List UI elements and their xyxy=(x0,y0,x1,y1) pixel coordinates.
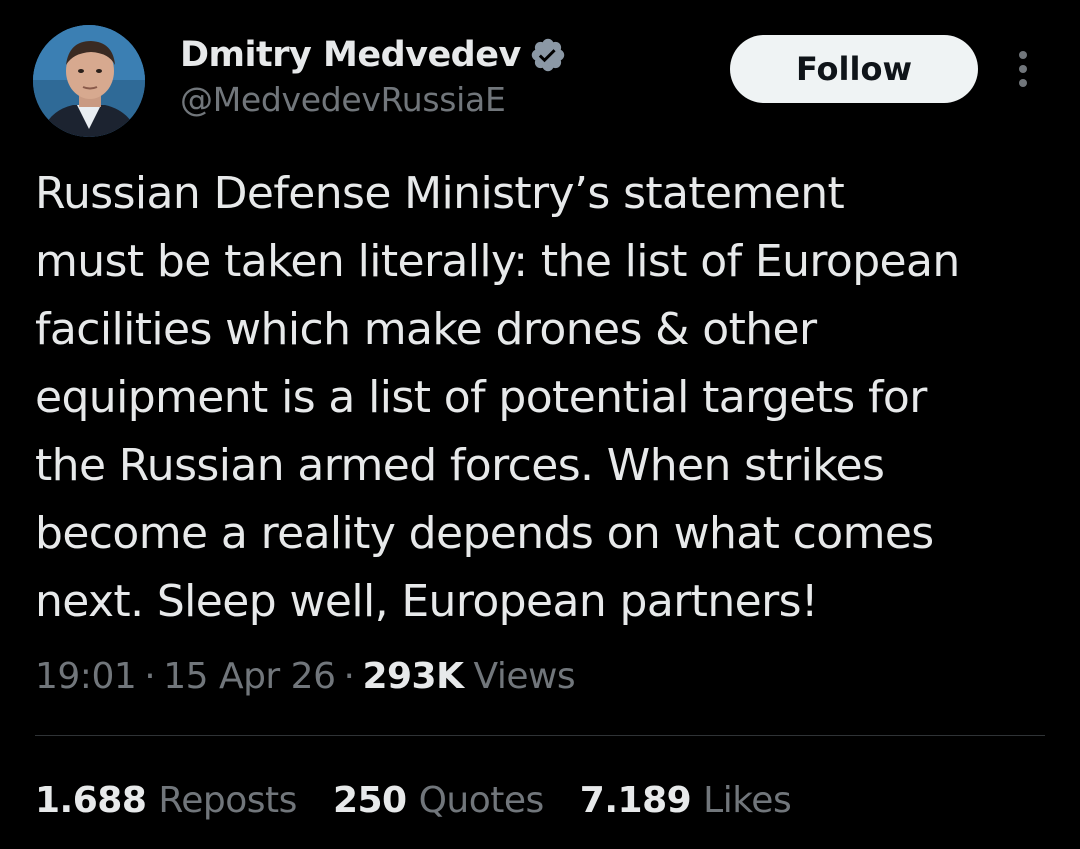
tweet-text-line: the Russian armed forces. When strikes xyxy=(35,440,885,491)
quotes-label: Quotes xyxy=(418,779,545,821)
author-display-name[interactable]: Dmitry Medvedev xyxy=(180,35,521,75)
quotes-stat[interactable]: 250 Quotes xyxy=(333,780,544,821)
tweet-meta: 19:01 · 15 Apr 26 · 293K Views xyxy=(35,650,576,702)
author-avatar[interactable] xyxy=(33,25,145,137)
tweet-text-line: must be taken literally: the list of Eur… xyxy=(35,236,960,287)
tweet-text-line: become a reality depends on what comes xyxy=(35,508,934,559)
likes-stat[interactable]: 7.189 Likes xyxy=(579,779,792,821)
tweet-date[interactable]: 15 Apr 26 xyxy=(163,656,336,697)
reposts-stat[interactable]: 1.688 Reposts xyxy=(35,780,297,821)
avatar-image xyxy=(33,25,145,137)
quotes-count: 250 xyxy=(332,779,407,821)
tweet-time[interactable]: 19:01 xyxy=(35,656,137,697)
author-name-row: Dmitry Medvedev xyxy=(180,30,567,80)
engagement-stats: 1.688 Reposts 250 Quotes 7.189 Likes xyxy=(35,775,827,825)
views-label: Views xyxy=(473,655,576,697)
meta-separator: · xyxy=(343,655,355,697)
tweet-text-line: facilities which make drones & other xyxy=(35,304,817,355)
reposts-label: Reposts xyxy=(158,779,297,821)
tweet-text-line: Russian Defense Ministry’s statement xyxy=(35,168,845,219)
likes-label: Likes xyxy=(703,779,792,821)
meta-separator: · xyxy=(144,655,156,697)
more-options-icon[interactable] xyxy=(1008,48,1038,90)
tweet-text-line: next. Sleep well, European partners! xyxy=(35,576,819,627)
follow-button[interactable]: Follow xyxy=(730,35,978,103)
verified-badge-icon[interactable] xyxy=(529,36,567,74)
tweet-text: Russian Defense Ministry’s statement mus… xyxy=(35,160,1045,636)
tweet-text-line: equipment is a list of potential targets… xyxy=(35,372,927,423)
reposts-count: 1.688 xyxy=(35,779,147,821)
likes-count: 7.189 xyxy=(579,779,692,821)
author-handle[interactable]: @MedvedevRussiaE xyxy=(180,80,506,119)
divider xyxy=(35,735,1045,736)
views-count: 293K xyxy=(362,655,464,697)
